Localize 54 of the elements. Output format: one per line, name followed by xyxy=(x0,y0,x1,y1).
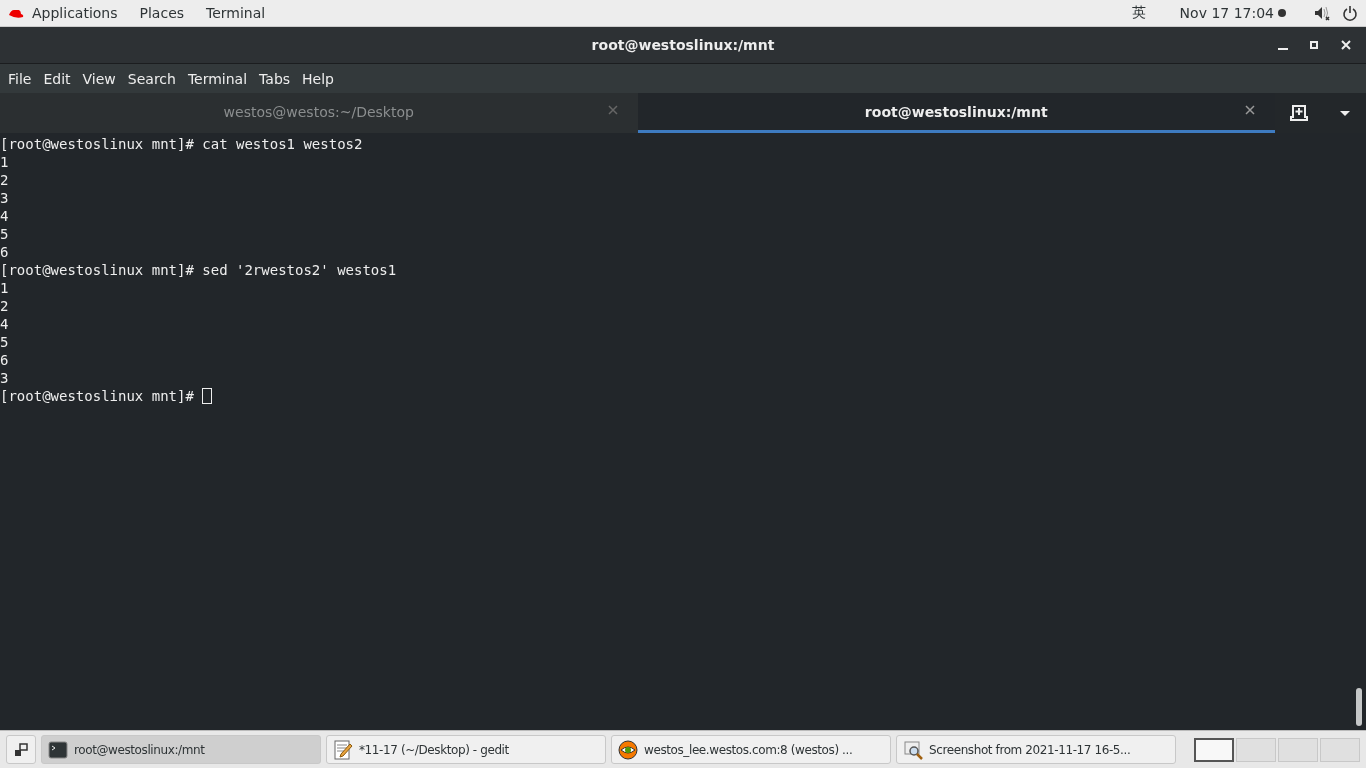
menu-item[interactable]: Tabs xyxy=(254,70,296,87)
taskbar-window[interactable]: Screenshot from 2021-11-17 16-5... xyxy=(896,735,1176,764)
menu-item[interactable]: Search xyxy=(122,70,181,87)
windows-icon xyxy=(14,742,28,757)
top-menu[interactable]: Applications xyxy=(32,5,118,21)
terminal-line: 6 xyxy=(0,243,9,261)
hat-logo-icon xyxy=(8,7,24,19)
close-icon xyxy=(1340,39,1352,51)
tab-title: root@westoslinux:/mnt xyxy=(864,103,1048,120)
terminal-line: 2 xyxy=(0,297,9,315)
terminal-line: [root@westoslinux mnt]# sed '2rwestos2' westos1 xyxy=(0,261,397,279)
minimize-icon xyxy=(1278,48,1288,50)
eye-icon xyxy=(618,739,638,760)
taskbar-window[interactable]: *11-17 (~/Desktop) - gedit xyxy=(326,735,606,764)
terminal-line: 1 xyxy=(0,153,9,171)
terminal-line: 6 xyxy=(0,351,9,369)
show-desktop-button[interactable] xyxy=(6,735,36,764)
caret-icon xyxy=(1338,109,1351,117)
magnifier-icon xyxy=(903,739,923,760)
power-icon xyxy=(1342,5,1358,21)
terminal-line: 4 xyxy=(0,207,9,225)
terminal-icon xyxy=(48,739,68,760)
terminal-line: [root@westoslinux mnt]# cat westos1 westos2 xyxy=(0,135,363,153)
new-tab-button[interactable] xyxy=(1288,103,1311,123)
scrollbar-thumb[interactable] xyxy=(1356,688,1362,726)
input-method[interactable]: 英 xyxy=(1131,4,1146,22)
terminal-line: [root@westoslinux mnt]# xyxy=(0,387,195,405)
volume-muted-icon xyxy=(1314,5,1330,21)
terminal-line: 1 xyxy=(0,279,9,297)
terminal-line: 5 xyxy=(0,225,9,243)
new-tab-icon xyxy=(1290,105,1309,121)
window-title: root@westoslinux:/mnt xyxy=(591,37,775,53)
terminal-line: 4 xyxy=(0,315,9,333)
terminal-line: 3 xyxy=(0,189,9,207)
menu-item[interactable]: Edit xyxy=(38,70,76,87)
dot-icon xyxy=(1278,9,1286,17)
terminal-line: 2 xyxy=(0,171,9,189)
tab-title: westos@westos:~/Desktop xyxy=(223,103,414,120)
taskbar-window[interactable]: root@westoslinux:/mnt xyxy=(41,735,321,764)
terminal-line: 5 xyxy=(0,333,9,351)
menu-item[interactable]: File xyxy=(3,70,37,87)
terminal-tab[interactable]: root@westoslinux:/mnt xyxy=(637,93,1275,133)
menu-item[interactable]: View xyxy=(77,70,121,87)
top-menu[interactable]: Places xyxy=(139,5,185,21)
taskbar-window[interactable]: westos_lee.westos.com:8 (westos) ... xyxy=(611,735,891,764)
top-menu[interactable]: Terminal xyxy=(206,5,266,21)
maximize-icon xyxy=(1308,39,1320,51)
menu-item[interactable]: Terminal xyxy=(182,70,253,87)
terminal-line: 3 xyxy=(0,369,9,387)
clock[interactable]: Nov 17 17:04 xyxy=(1179,5,1274,21)
menu-item[interactable]: Help xyxy=(297,70,339,87)
notepad-pencil-icon xyxy=(333,739,353,760)
workspace-thumbnail[interactable] xyxy=(1194,737,1234,762)
close-tab-icon[interactable] xyxy=(1245,105,1255,115)
